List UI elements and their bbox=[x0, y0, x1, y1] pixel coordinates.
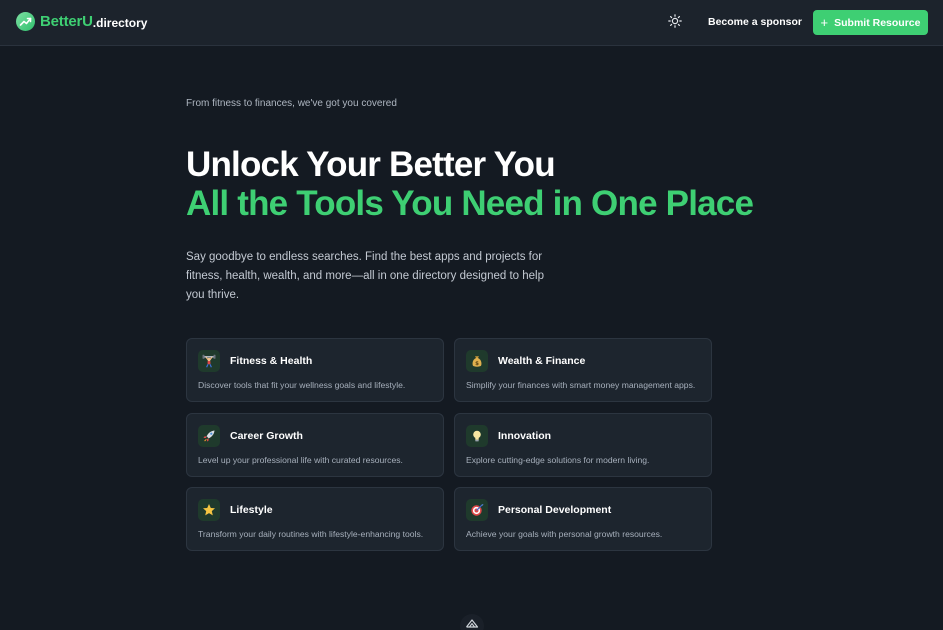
become-sponsor-link[interactable]: Become a sponsor bbox=[708, 16, 802, 28]
category-title: Personal Development bbox=[498, 504, 612, 516]
svg-text:$: $ bbox=[475, 361, 479, 367]
weightlifter-icon bbox=[198, 350, 220, 372]
plus-icon: + bbox=[820, 15, 829, 30]
lightbulb-icon bbox=[466, 425, 488, 447]
category-description: Simplify your finances with smart money … bbox=[466, 380, 696, 390]
category-title: Fitness & Health bbox=[230, 355, 313, 367]
scroll-indicator-icon[interactable] bbox=[460, 614, 484, 630]
top-navbar: BetterU .directory Become a sponsor + Su… bbox=[0, 0, 943, 46]
sun-icon bbox=[668, 13, 682, 33]
category-card-career-growth[interactable]: Career Growth Level up your professional… bbox=[186, 413, 444, 477]
category-title: Lifestyle bbox=[230, 504, 273, 516]
category-title: Career Growth bbox=[230, 430, 303, 442]
category-title: Wealth & Finance bbox=[498, 355, 586, 367]
target-icon bbox=[466, 499, 488, 521]
category-title: Innovation bbox=[498, 430, 552, 442]
category-description: Discover tools that fit your wellness go… bbox=[198, 380, 406, 390]
logo-name: BetterU bbox=[40, 13, 93, 30]
money-bag-icon: $ bbox=[466, 350, 488, 372]
category-card-lifestyle[interactable]: Lifestyle Transform your daily routines … bbox=[186, 487, 444, 551]
trending-up-icon bbox=[16, 12, 35, 31]
category-card-innovation[interactable]: Innovation Explore cutting-edge solution… bbox=[454, 413, 712, 477]
star-icon bbox=[198, 499, 220, 521]
submit-resource-button[interactable]: + Submit Resource bbox=[813, 10, 928, 35]
category-card-personal-development[interactable]: Personal Development Achieve your goals … bbox=[454, 487, 712, 551]
category-description: Transform your daily routines with lifes… bbox=[198, 529, 424, 539]
category-description: Achieve your goals with personal growth … bbox=[466, 529, 663, 539]
rocket-icon bbox=[198, 425, 220, 447]
hero-subheadline: All the Tools You Need in One Place bbox=[186, 184, 754, 223]
category-description: Level up your professional life with cur… bbox=[198, 455, 403, 465]
theme-toggle-button[interactable] bbox=[665, 13, 685, 33]
category-description: Explore cutting-edge solutions for moder… bbox=[466, 455, 650, 465]
category-card-fitness-health[interactable]: Fitness & Health Discover tools that fit… bbox=[186, 338, 444, 402]
submit-resource-label: Submit Resource bbox=[834, 16, 921, 29]
category-card-wealth-finance[interactable]: $ Wealth & Finance Simplify your finance… bbox=[454, 338, 712, 402]
site-logo[interactable]: BetterU .directory bbox=[16, 12, 147, 31]
hero-headline: Unlock Your Better You bbox=[186, 145, 556, 184]
logo-tld: .directory bbox=[92, 15, 148, 30]
hero-tagline: From fitness to finances, we've got you … bbox=[186, 98, 397, 109]
hero-description: Say goodbye to endless searches. Find th… bbox=[186, 251, 544, 301]
